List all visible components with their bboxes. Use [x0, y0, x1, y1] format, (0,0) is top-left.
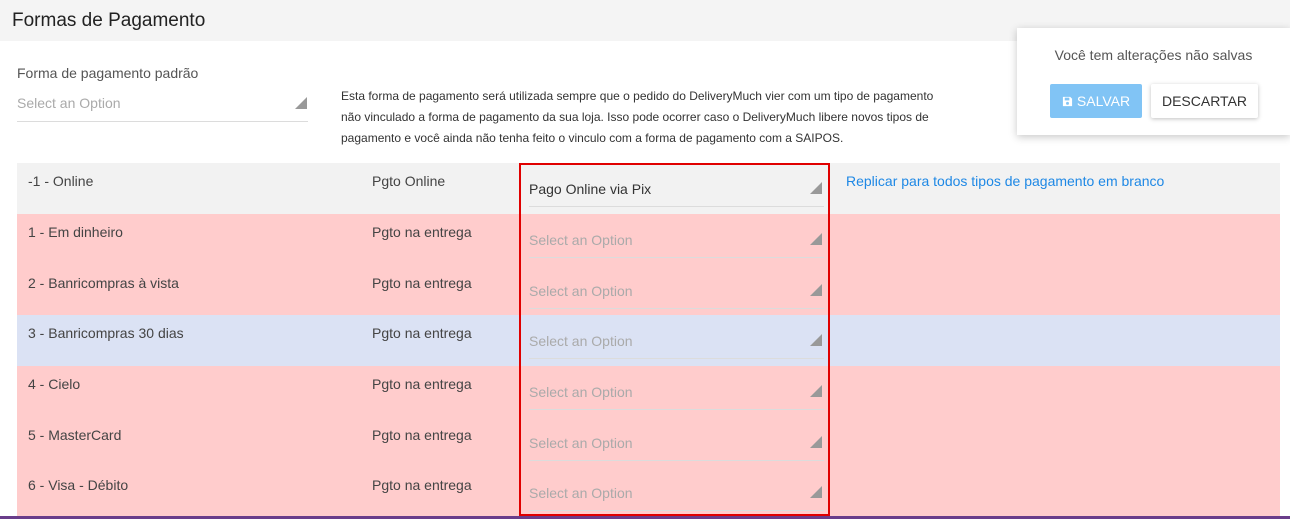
- save-button-label: SALVAR: [1076, 93, 1131, 109]
- floppy-disk-icon: [1062, 96, 1072, 106]
- table-row: 3 - Banricompras 30 dias Pgto na entrega…: [17, 315, 1280, 366]
- caret-corner-icon: [810, 334, 822, 347]
- payment-type: Pgto na entrega: [372, 224, 472, 240]
- payment-name: 5 - MasterCard: [28, 426, 122, 443]
- discard-button[interactable]: DESCARTAR: [1151, 84, 1258, 118]
- payment-type: Pgto na entrega: [372, 477, 472, 494]
- payment-name: -1 - Online: [28, 173, 94, 189]
- payment-mapping-select-value: Select an Option: [529, 434, 633, 451]
- caret-corner-icon: [810, 435, 822, 448]
- payment-mapping-select[interactable]: Select an Option: [529, 483, 824, 512]
- payment-mapping-select[interactable]: Select an Option: [529, 433, 824, 461]
- payment-mapping-select[interactable]: Select an Option: [529, 230, 824, 258]
- default-payment-select[interactable]: Select an Option: [17, 95, 308, 122]
- default-payment-label: Forma de pagamento padrão: [17, 65, 199, 81]
- payment-mapping-select-value: Select an Option: [529, 232, 633, 248]
- payment-methods-page: Formas de Pagamento Forma de pagamento p…: [0, 0, 1290, 519]
- payment-name: 4 - Cielo: [28, 375, 81, 392]
- caret-corner-icon: [810, 233, 822, 245]
- table-row: 2 - Banricompras à vista Pgto na entrega…: [17, 264, 1280, 316]
- unsaved-changes-panel: Você tem alterações não salvas SALVAR DE…: [1017, 28, 1290, 135]
- replicate-to-blank-link[interactable]: Replicar para todos tipos de pagamento e…: [846, 173, 1164, 189]
- payment-mapping-select-value: Select an Option: [529, 282, 633, 299]
- payment-name: 2 - Banricompras à vista: [28, 274, 179, 291]
- payment-mapping-select-value: Select an Option: [529, 383, 633, 400]
- table-row: -1 - Online Pgto Online Pago Online via …: [17, 163, 1280, 214]
- payment-mapping-table: -1 - Online Pgto Online Pago Online via …: [17, 163, 1280, 518]
- caret-corner-icon: [810, 384, 822, 397]
- table-row: 1 - Em dinheiro Pgto na entrega Select a…: [17, 214, 1280, 265]
- payment-type: Pgto na entrega: [372, 426, 472, 443]
- payment-mapping-select[interactable]: Pago Online via Pix: [529, 179, 824, 207]
- payment-mapping-select[interactable]: Select an Option: [529, 382, 824, 410]
- payment-name: 6 - Visa - Débito: [28, 477, 129, 494]
- caret-corner-icon: [810, 486, 822, 499]
- default-payment-select-value: Select an Option: [17, 95, 121, 111]
- table-row: 4 - Cielo Pgto na entrega Select an Opti…: [17, 365, 1280, 417]
- payment-mapping-select-value: Select an Option: [529, 485, 633, 502]
- payment-type: Pgto na entrega: [372, 375, 472, 392]
- payment-mapping-select-value: Select an Option: [529, 333, 633, 350]
- payment-mapping-select[interactable]: Select an Option: [529, 331, 824, 360]
- default-payment-help-text: Esta forma de pagamento será utilizada s…: [341, 89, 934, 145]
- save-button[interactable]: SALVAR: [1050, 84, 1142, 118]
- payment-name: 1 - Em dinheiro: [28, 224, 123, 240]
- payment-name: 3 - Banricompras 30 dias: [28, 325, 184, 342]
- caret-corner-icon: [295, 97, 307, 109]
- table-row: 5 - MasterCard Pgto na entrega Select an…: [17, 416, 1280, 468]
- payment-mapping-select-value: Pago Online via Pix: [529, 181, 652, 197]
- payment-type: Pgto na entrega: [372, 274, 472, 291]
- payment-mapping-select[interactable]: Select an Option: [529, 281, 824, 309]
- page-title: Formas de Pagamento: [12, 10, 206, 31]
- unsaved-changes-message: Você tem alterações não salvas: [1054, 47, 1253, 63]
- caret-corner-icon: [810, 182, 822, 194]
- payment-type: Pgto na entrega: [372, 325, 472, 342]
- table-row: 6 - Visa - Débito Pgto na entrega Select…: [17, 467, 1280, 518]
- payment-type: Pgto Online: [372, 173, 446, 189]
- caret-corner-icon: [810, 283, 822, 296]
